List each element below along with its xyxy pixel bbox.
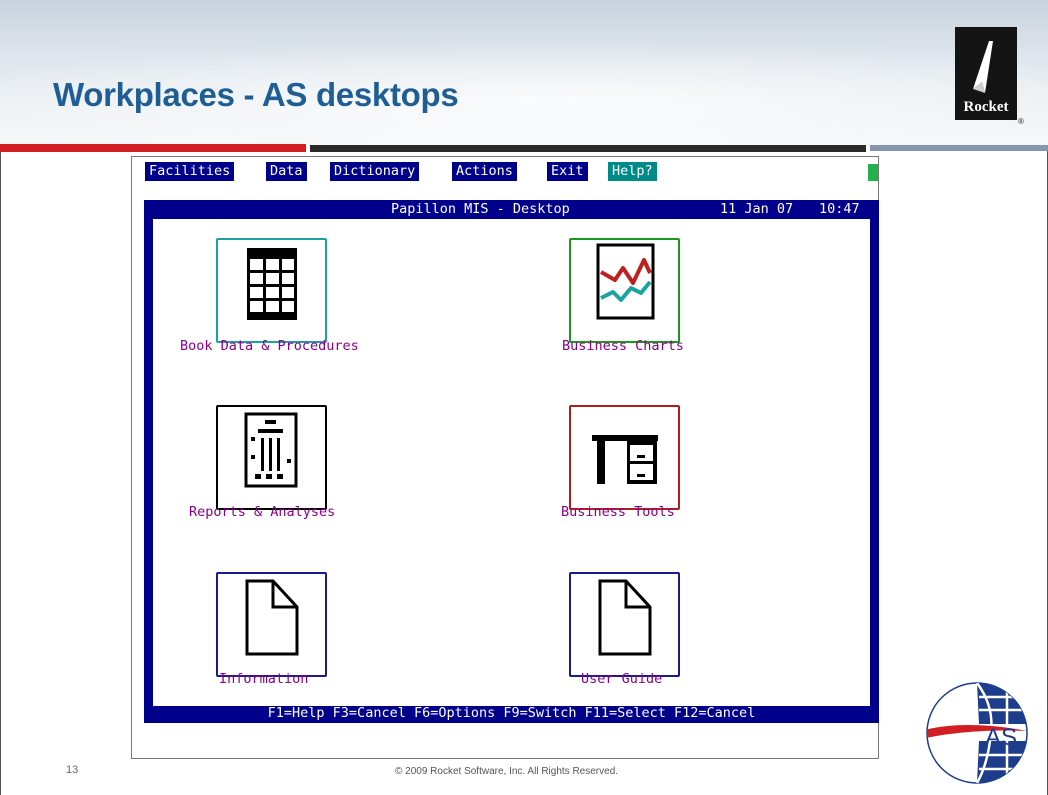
report-icon [244, 412, 298, 488]
information-label[interactable]: Information [219, 671, 308, 687]
desktop-body: Book Data & Procedures Business Charts R… [153, 219, 870, 706]
book-data-icon-button[interactable] [216, 238, 327, 343]
rule-dark [310, 145, 866, 152]
window-date: 11 Jan 07 [720, 201, 794, 217]
rocket-logo-text: Rocket [963, 99, 1009, 115]
globe-icon: AS [926, 682, 1028, 784]
document-icon [245, 579, 299, 656]
business-tools-label[interactable]: Business Tools [561, 504, 675, 520]
as-logo-text: AS [985, 724, 1017, 751]
spreadsheet-icon [247, 248, 297, 320]
rule-gray [870, 145, 1048, 151]
menu-exit[interactable]: Exit [547, 162, 588, 181]
slide-header [0, 0, 1048, 148]
desk-icon [592, 435, 658, 484]
menu-facilities[interactable]: Facilities [145, 162, 235, 181]
slide-title: Workplaces - AS desktops [53, 76, 459, 113]
page-number: 13 [66, 764, 79, 776]
reports-label[interactable]: Reports & Analyses [189, 504, 335, 520]
desktop-window: Papillon MIS - Desktop 11 Jan 07 10:47 B… [144, 200, 879, 723]
user-guide-label[interactable]: User Guide [581, 671, 662, 687]
as-globe-logo: AS [917, 679, 1037, 787]
rule-red [0, 144, 306, 152]
window-time: 10:47 [819, 201, 860, 217]
terminal-cursor [868, 164, 878, 181]
information-icon-button[interactable] [216, 572, 327, 677]
menu-data[interactable]: Data [266, 162, 307, 181]
terminal-screen: Facilities Data Dictionary Actions Exit … [131, 156, 879, 759]
copyright-footer: © 2009 Rocket Software, Inc. All Rights … [395, 766, 619, 777]
document-icon [598, 579, 652, 656]
window-title: Papillon MIS - Desktop [391, 201, 570, 217]
user-guide-icon-button[interactable] [569, 572, 680, 677]
business-charts-label[interactable]: Business Charts [562, 338, 684, 354]
menu-help[interactable]: Help? [608, 162, 657, 181]
business-charts-icon-button[interactable] [569, 238, 680, 343]
rocket-logo: Rocket [955, 27, 1017, 120]
function-key-bar[interactable]: F1=Help F3=Cancel F6=Options F9=Switch F… [144, 705, 879, 722]
business-tools-icon-button[interactable] [569, 405, 680, 510]
menu-actions[interactable]: Actions [452, 162, 517, 181]
reports-icon-button[interactable] [216, 405, 327, 510]
menu-dictionary[interactable]: Dictionary [330, 162, 420, 181]
line-chart-icon [596, 243, 655, 320]
registered-mark: ® [1018, 117, 1024, 126]
book-data-label[interactable]: Book Data & Procedures [180, 338, 359, 354]
